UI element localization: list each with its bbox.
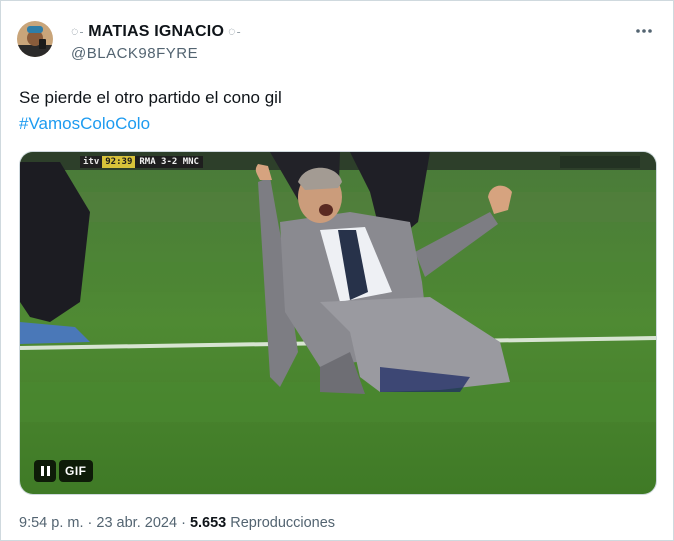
- scorebug-score: RMA 3-2 MNC: [135, 156, 203, 168]
- hashtag-link[interactable]: #VamosColoColo: [19, 111, 282, 137]
- more-horizontal-icon[interactable]: [635, 21, 653, 39]
- meta-separator: ·: [181, 515, 186, 531]
- views-label: Reproducciones: [230, 515, 336, 531]
- tweet-time[interactable]: 9:54 p. m.: [19, 515, 83, 531]
- tweet-body: Se pierde el otro partido el cono gil: [19, 88, 282, 107]
- tweet-meta: 9:54 p. m. · 23 abr. 2024 · 5.653 Reprod…: [19, 515, 335, 531]
- name-decoration-right: ꩽ: [228, 24, 242, 38]
- scorebug-clock: 92:39: [102, 156, 136, 168]
- gif-frame: [20, 152, 656, 494]
- gif-label: GIF: [59, 460, 93, 482]
- views-count: 5.653: [189, 515, 227, 531]
- tweet-card[interactable]: ꩽ MATIAS IGNACIO ꩽ @BLACK98FYRE Se pierd…: [0, 0, 674, 541]
- tweet-date[interactable]: 23 abr. 2024: [96, 515, 177, 531]
- avatar[interactable]: [17, 21, 53, 57]
- meta-separator: ·: [87, 515, 93, 531]
- pause-icon[interactable]: [34, 460, 56, 482]
- gif-controls: GIF: [34, 460, 93, 482]
- author-handle[interactable]: @BLACK98FYRE: [71, 45, 198, 62]
- tweet-text: Se pierde el otro partido el cono gil #V…: [19, 85, 282, 137]
- gif-media[interactable]: itv 92:39 RMA 3-2 MNC GIF: [19, 151, 657, 495]
- author-display-name[interactable]: MATIAS IGNACIO: [88, 23, 224, 41]
- name-decoration-left: ꩽ: [71, 24, 85, 38]
- scorebug-channel: itv: [80, 156, 103, 168]
- scorebug: itv 92:39 RMA 3-2 MNC: [80, 156, 203, 168]
- author-name-row: ꩽ MATIAS IGNACIO ꩽ: [71, 23, 241, 41]
